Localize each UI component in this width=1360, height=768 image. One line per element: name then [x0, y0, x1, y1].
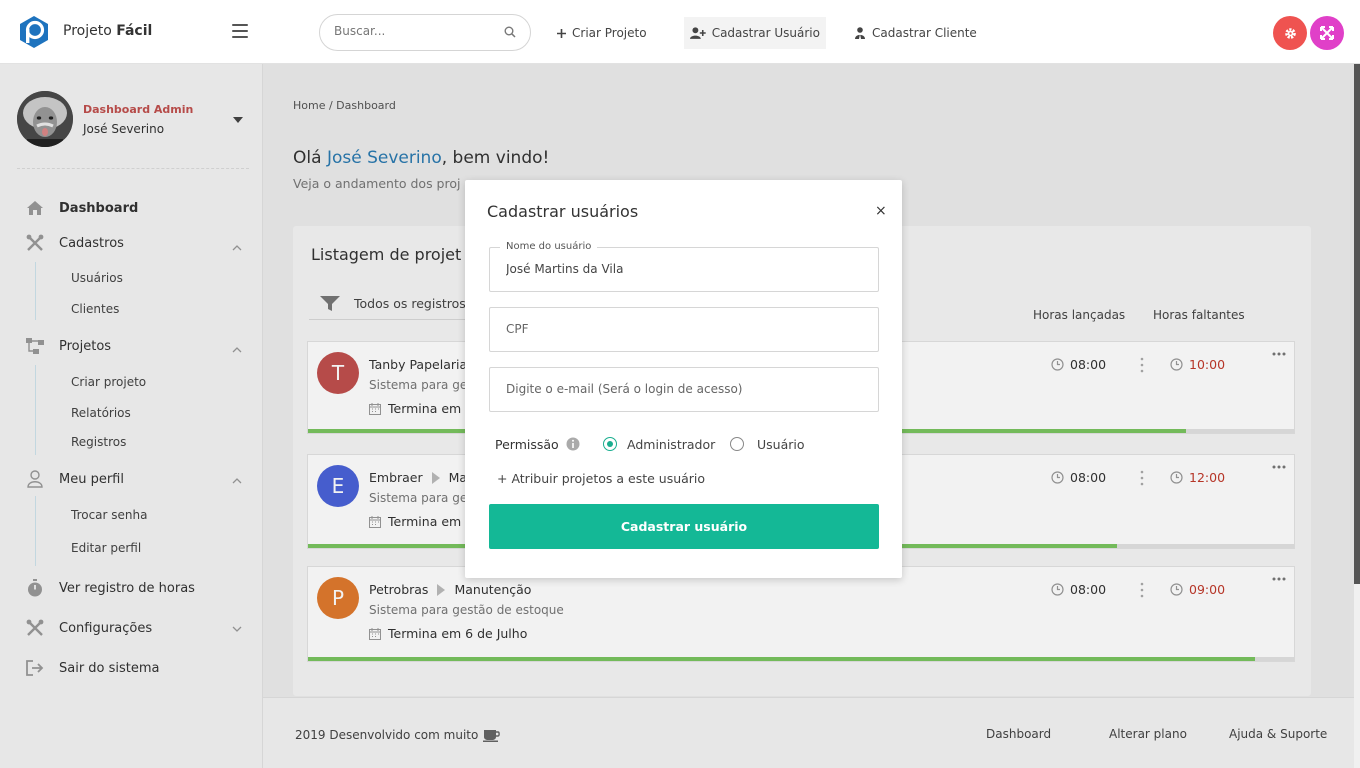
cpf-field — [489, 307, 879, 352]
create-project-label: Criar Projeto — [572, 26, 647, 40]
create-project-link[interactable]: Criar Projeto — [551, 17, 653, 49]
menu-toggle-icon[interactable] — [232, 24, 248, 38]
assign-projects-link[interactable]: + Atribuir projetos a este usuário — [497, 471, 705, 486]
search-icon[interactable] — [504, 26, 516, 38]
register-user-label: Cadastrar Usuário — [711, 26, 820, 40]
register-user-modal: Cadastrar usuários × Nome do usuário Per… — [465, 180, 902, 578]
register-client-label: Cadastrar Cliente — [872, 26, 977, 40]
settings-button[interactable] — [1273, 16, 1307, 50]
search-input[interactable] — [334, 24, 494, 38]
username-field-label: Nome do usuário — [500, 241, 598, 252]
expand-icon — [1320, 26, 1334, 40]
client-icon — [855, 27, 865, 39]
register-client-link[interactable]: Cadastrar Cliente — [848, 17, 983, 49]
fullscreen-button[interactable] — [1310, 16, 1344, 50]
radio-administrator[interactable] — [603, 437, 617, 451]
radio-user-label[interactable]: Usuário — [757, 437, 805, 452]
close-icon[interactable]: × — [875, 204, 887, 218]
permission-label: Permissão — [495, 437, 559, 452]
register-user-link[interactable]: Cadastrar Usuário — [684, 17, 826, 49]
username-field: Nome do usuário — [489, 241, 879, 292]
radio-user[interactable] — [730, 437, 744, 451]
user-plus-icon — [690, 27, 706, 39]
radio-administrator-label[interactable]: Administrador — [627, 437, 715, 452]
scrollbar-thumb[interactable] — [1354, 64, 1360, 584]
register-user-button[interactable]: Cadastrar usuário — [489, 504, 879, 549]
username-input[interactable] — [506, 262, 861, 276]
cpf-input[interactable] — [506, 322, 861, 336]
modal-title: Cadastrar usuários — [487, 202, 639, 221]
email-field — [489, 367, 879, 412]
info-icon[interactable] — [566, 437, 580, 451]
search-box — [319, 14, 531, 51]
logo-icon — [20, 16, 48, 48]
app-name: Projeto Fácil — [63, 23, 153, 39]
plus-icon — [557, 28, 566, 38]
gear-icon — [1284, 27, 1296, 39]
email-input[interactable] — [506, 382, 861, 396]
top-bar: Projeto Fácil Criar Projeto Cadastrar Us… — [0, 0, 1360, 64]
